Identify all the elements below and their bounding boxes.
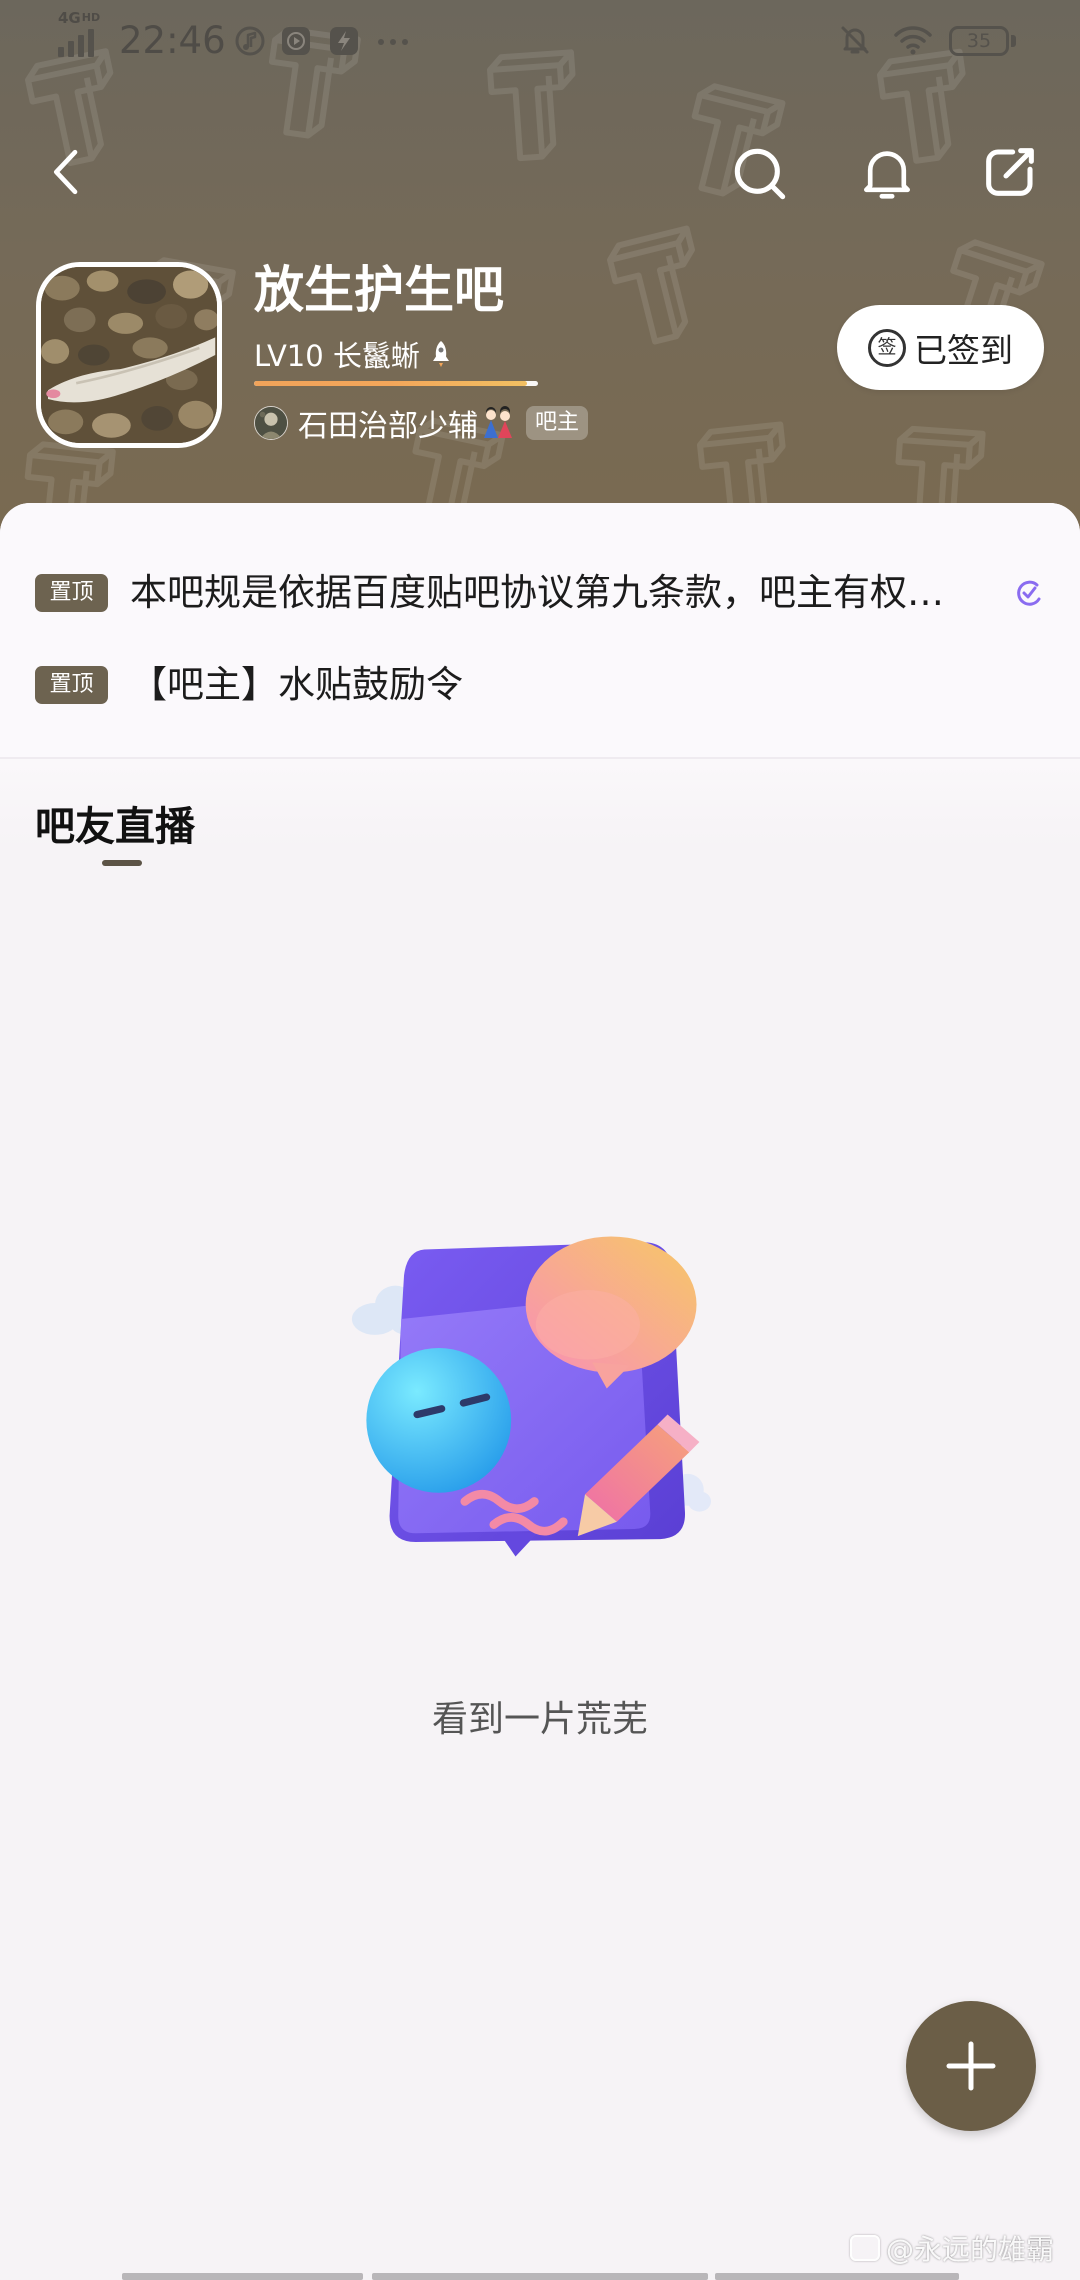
pattern-t-shape	[489, 52, 578, 159]
watermark-icon	[850, 2235, 880, 2261]
moderator-badge: 吧主	[526, 406, 589, 440]
forum-avatar-image	[41, 267, 217, 443]
battery-level: 35	[966, 29, 992, 52]
status-time: 22:46	[119, 19, 226, 62]
compose-button[interactable]	[978, 140, 1042, 204]
play-icon	[282, 27, 310, 55]
forum-level[interactable]: LV10 长鬣蜥	[254, 334, 452, 374]
empty-state-illustration	[351, 1236, 711, 1557]
rocket-icon	[432, 341, 449, 367]
moderator-row[interactable]: 石田治部少辅 吧主	[254, 402, 589, 444]
compose-icon	[986, 148, 1034, 196]
pinned-title: 【吧主】水贴鼓励令	[130, 663, 463, 706]
moderator-avatar	[254, 406, 288, 440]
wifi-icon	[894, 26, 932, 55]
checkin-label: 已签到	[914, 330, 1013, 370]
verified-icon	[1017, 580, 1041, 606]
forum-name: 放生护生吧	[254, 261, 504, 319]
empty-state-message: 看到一片荒芜	[431, 1699, 648, 1740]
pattern-t-shape	[607, 229, 711, 348]
pinned-badge: 置顶	[35, 574, 108, 612]
bottom-tab-segment	[372, 2273, 708, 2280]
mute-bell-icon	[841, 26, 869, 54]
watermark-text: @永远的雄霸	[886, 2233, 1055, 2266]
app-icon	[330, 27, 358, 55]
forum-avatar[interactable]	[36, 262, 222, 448]
search-icon	[734, 148, 786, 200]
level-progress-fill	[254, 381, 527, 386]
network-indicator: 4G HD	[58, 11, 100, 26]
watermark: @永远的雄霸	[850, 2228, 1054, 2268]
notifications-button[interactable]	[856, 142, 918, 204]
battery-cap	[1011, 35, 1016, 47]
dolls-emoji-icon	[484, 406, 512, 438]
back-icon	[54, 149, 78, 195]
bottom-tab-segment	[715, 2273, 959, 2280]
moderator-name: 石田治部少辅	[298, 409, 478, 444]
pinned-badge: 置顶	[35, 666, 108, 704]
plus-icon	[946, 2041, 996, 2091]
pinned-post[interactable]: 置顶 本吧规是依据百度贴吧协议第九条款，吧主有权…	[35, 566, 1045, 620]
battery-icon: 35	[949, 26, 1009, 56]
checkin-button[interactable]: 签 已签到	[837, 305, 1044, 390]
search-button[interactable]	[728, 142, 792, 206]
checkin-icon: 签	[868, 328, 906, 367]
music-icon	[235, 26, 265, 56]
create-post-button[interactable]	[906, 2001, 1036, 2131]
pinned-post[interactable]: 置顶 【吧主】水贴鼓励令	[35, 658, 1045, 712]
signal-icon	[58, 29, 94, 57]
more-icon	[378, 39, 408, 45]
tab-live[interactable]: 吧友直播	[35, 803, 195, 851]
level-text: LV10 长鬣蜥	[254, 339, 420, 373]
network-hd: HD	[81, 11, 101, 24]
pinned-title: 本吧规是依据百度贴吧协议第九条款，吧主有权…	[130, 571, 944, 614]
blue-face-character	[366, 1347, 512, 1493]
tab-indicator	[102, 860, 142, 866]
bell-icon	[864, 151, 910, 199]
level-progress-bar	[254, 381, 538, 386]
back-button[interactable]	[40, 144, 96, 200]
pinned-section	[0, 503, 1080, 757]
network-type: 4G	[58, 9, 81, 27]
bottom-tab-segment	[122, 2273, 363, 2280]
